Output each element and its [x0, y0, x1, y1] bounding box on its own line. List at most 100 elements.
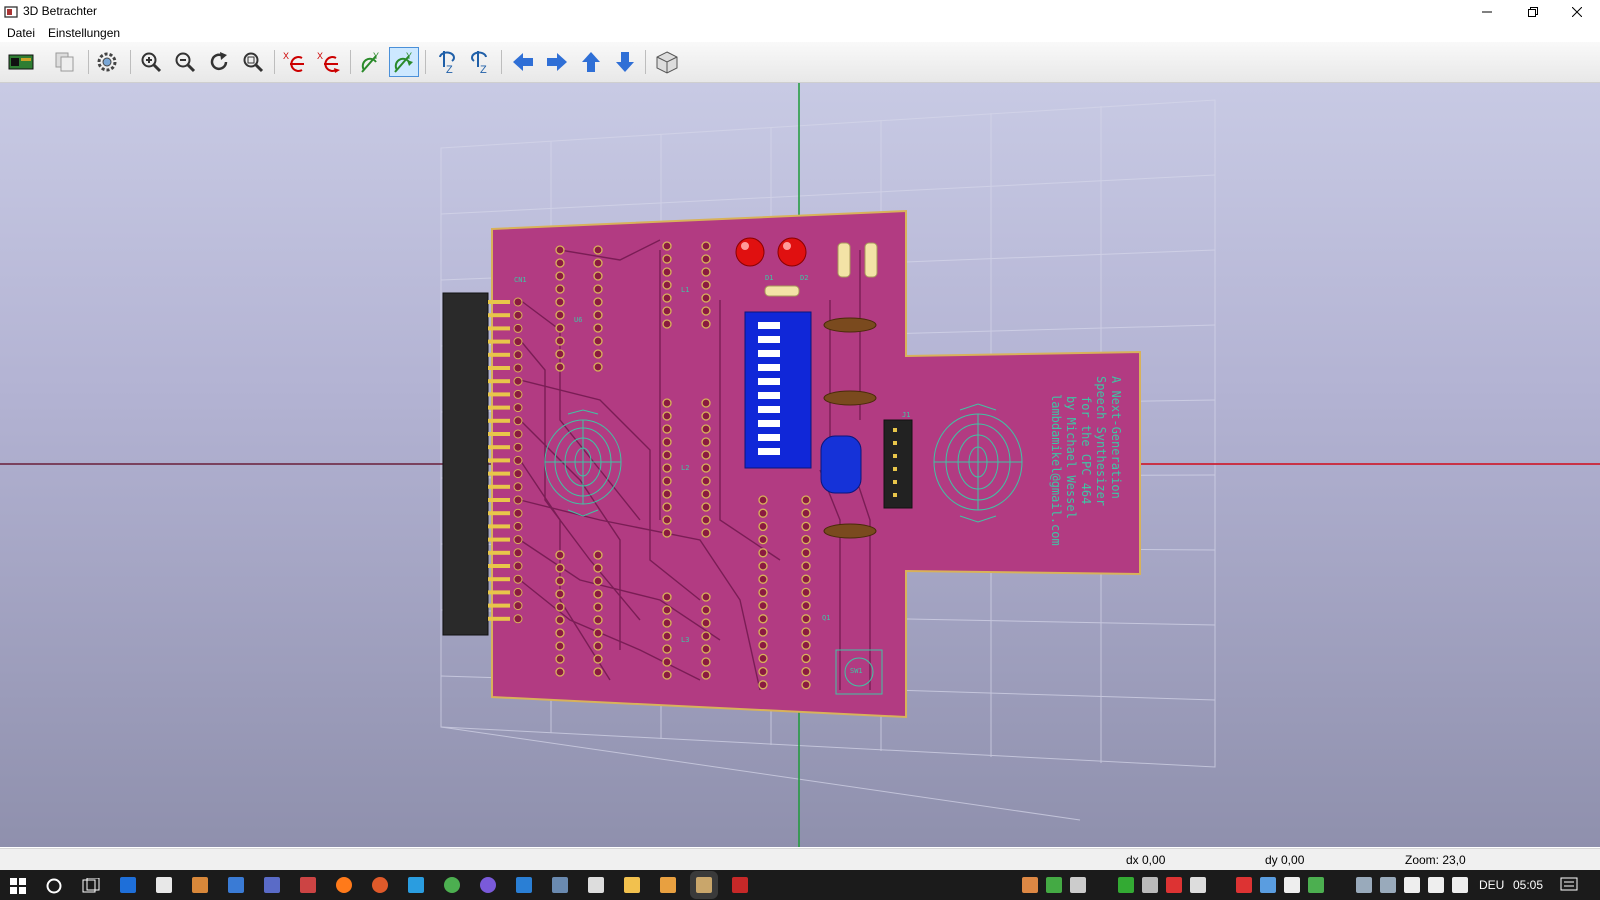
move-right-button[interactable]	[542, 47, 572, 77]
reload-board-button[interactable]	[6, 47, 36, 77]
battery-icon[interactable]	[1404, 877, 1420, 893]
firefox-icon[interactable]	[336, 877, 352, 893]
rotate-x-cw-button[interactable]: X	[280, 47, 310, 77]
menu-einstellungen[interactable]: Einstellungen	[48, 26, 120, 40]
edge-icon[interactable]	[120, 877, 136, 893]
tray-icon-12[interactable]	[1356, 877, 1372, 893]
rotate-x-ccw-button[interactable]: X	[314, 47, 344, 77]
pad	[513, 363, 523, 373]
menu-datei[interactable]: Datei	[7, 26, 35, 40]
connector-pin	[488, 564, 510, 568]
header-pin	[893, 441, 897, 445]
pad	[662, 306, 672, 316]
pad	[701, 657, 711, 667]
connector-pin	[488, 471, 510, 476]
app-icon-9[interactable]	[408, 877, 424, 893]
move-down-button[interactable]	[610, 47, 640, 77]
tray-icon-4[interactable]	[1118, 877, 1134, 893]
rotate-y-ccw-button[interactable]: Y	[389, 47, 419, 77]
move-up-button[interactable]	[576, 47, 606, 77]
tray-icon-7[interactable]	[1190, 877, 1206, 893]
mail-icon[interactable]	[588, 877, 604, 893]
app-icon-5[interactable]	[264, 877, 280, 893]
tray-icon-3[interactable]	[1070, 877, 1086, 893]
pad	[801, 495, 811, 505]
acrobat-icon[interactable]	[732, 877, 748, 893]
capacitor-c1	[823, 317, 877, 333]
connector-pin	[488, 366, 510, 370]
pad	[701, 670, 711, 680]
app-icon-6[interactable]	[300, 877, 316, 893]
app-icon-11[interactable]	[480, 877, 496, 893]
minimize-button[interactable]	[1464, 0, 1510, 24]
rotate-y-cw-button[interactable]: Y	[356, 47, 386, 77]
pad	[801, 521, 811, 532]
pad	[801, 534, 811, 545]
zoom-in-button[interactable]	[136, 47, 166, 77]
dip-key	[758, 322, 780, 329]
tray-icon-5[interactable]	[1142, 877, 1158, 893]
pad	[662, 293, 672, 303]
connector-pin	[488, 458, 510, 463]
move-right-icon	[547, 53, 567, 71]
pad	[555, 336, 565, 346]
app-icon-3[interactable]	[192, 877, 208, 893]
title-bar: 3D Betrachter	[0, 0, 1600, 24]
zoom-fit-button[interactable]	[238, 47, 268, 77]
restore-button[interactable]	[1510, 0, 1556, 24]
rotate-z-cw-button[interactable]: Z	[432, 47, 462, 77]
app-icon-4[interactable]	[228, 877, 244, 893]
clock[interactable]: 05:05	[1513, 878, 1543, 892]
move-left-button[interactable]	[508, 47, 538, 77]
redraw-button[interactable]	[204, 47, 234, 77]
pad	[801, 640, 811, 650]
pad	[701, 411, 711, 421]
app-icon-12[interactable]	[516, 877, 532, 893]
tray-icon-6[interactable]	[1166, 877, 1182, 893]
settings-button[interactable]	[92, 47, 122, 77]
tray-icon-11[interactable]	[1308, 877, 1324, 893]
pad	[701, 618, 711, 628]
pad	[662, 398, 672, 408]
pad	[555, 550, 565, 560]
file-explorer-icon[interactable]	[624, 877, 640, 893]
language-indicator[interactable]: DEU	[1479, 878, 1504, 892]
cortana-search-icon[interactable]	[46, 878, 62, 894]
pad	[662, 437, 672, 447]
start-windows-icon[interactable]	[10, 878, 26, 894]
pad	[701, 489, 711, 499]
copy-image-button[interactable]	[50, 47, 80, 77]
network-icon[interactable]	[1452, 877, 1468, 893]
app-icon-8[interactable]	[372, 877, 388, 893]
app-3d-viewer-icon	[4, 6, 18, 18]
pad	[701, 267, 711, 277]
tray-icon-1[interactable]	[1022, 877, 1038, 893]
tray-icon-8[interactable]	[1236, 877, 1252, 893]
tray-icon-9[interactable]	[1260, 877, 1276, 893]
kicad-active-icon[interactable]	[696, 877, 712, 893]
app-icon-16[interactable]	[660, 877, 676, 893]
close-icon	[1572, 7, 1582, 17]
volume-icon[interactable]	[1428, 877, 1444, 893]
pad	[555, 310, 565, 320]
tray-icon-2[interactable]	[1046, 877, 1062, 893]
zoom-in-icon	[141, 52, 162, 73]
pad	[662, 319, 672, 329]
store-icon[interactable]	[156, 877, 172, 893]
task-view-icon[interactable]	[82, 878, 100, 894]
pad	[662, 254, 672, 264]
pad	[701, 319, 711, 329]
zoom-out-button[interactable]	[170, 47, 200, 77]
toggle-ortho-button[interactable]	[652, 47, 682, 77]
pad	[662, 528, 672, 538]
tray-icon-13[interactable]	[1380, 877, 1396, 893]
rotate-z-ccw-button[interactable]: Z	[466, 47, 496, 77]
chrome-icon[interactable]	[444, 877, 460, 893]
action-center-icon[interactable]	[1560, 877, 1578, 893]
pad	[701, 424, 711, 434]
close-button[interactable]	[1554, 0, 1600, 24]
3d-viewport[interactable]: A Next-Generation Speech Synthesizer for…	[0, 83, 1600, 847]
app-icon-13[interactable]	[552, 877, 568, 893]
pad	[662, 644, 672, 654]
tray-icon-10[interactable]	[1284, 877, 1300, 893]
